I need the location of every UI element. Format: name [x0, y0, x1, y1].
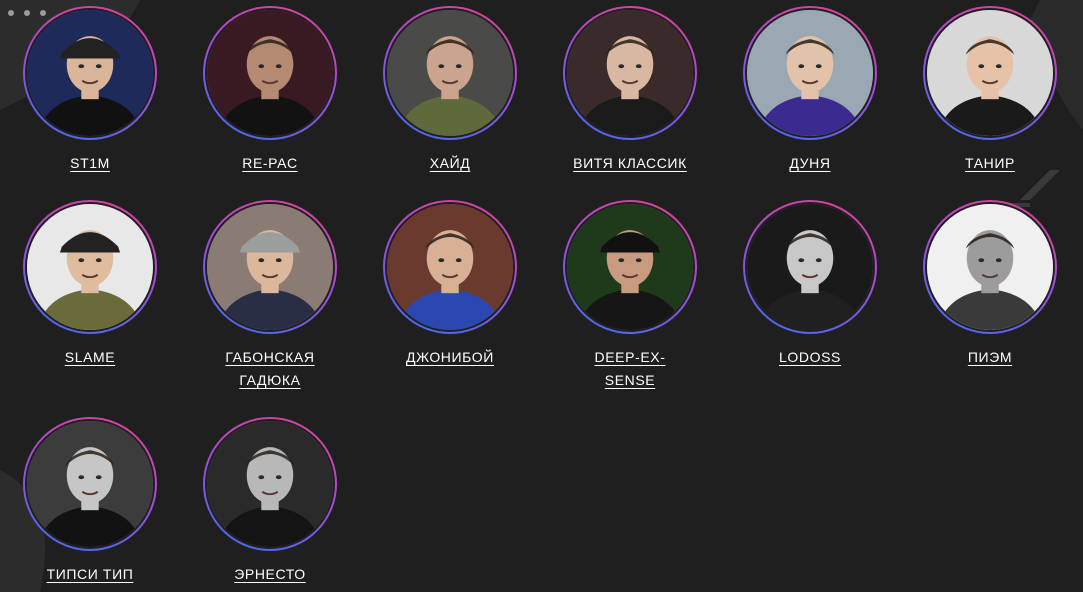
person-name-link[interactable]: RE-PAC	[242, 152, 297, 175]
person-card[interactable]: ПИЭМ	[900, 200, 1080, 369]
avatar	[205, 419, 335, 549]
avatar-ring[interactable]	[563, 200, 697, 334]
avatar-ring[interactable]	[203, 200, 337, 334]
person-name-link[interactable]: ДУНЯ	[789, 152, 830, 175]
person-card[interactable]: ТАНИР	[900, 6, 1080, 175]
person-card[interactable]: SLAME	[0, 200, 180, 369]
person-card[interactable]: ХАЙД	[360, 6, 540, 175]
avatar-ring[interactable]	[743, 200, 877, 334]
person-card[interactable]: ГАБОНСКАЯ ГАДЮКА	[180, 200, 360, 392]
person-name-link[interactable]: ТИПСИ ТИП	[47, 563, 134, 586]
avatar-ring[interactable]	[203, 6, 337, 140]
person-name-link[interactable]: ПИЭМ	[968, 346, 1012, 369]
person-name-link[interactable]: LODOSS	[779, 346, 841, 369]
avatar	[925, 202, 1055, 332]
people-grid: ST1M RE-PAC ХАЙД ВИТЯ КЛАССИК ДУНЯ ТАНИР…	[0, 0, 1083, 592]
avatar	[205, 8, 335, 138]
avatar-ring[interactable]	[23, 417, 157, 551]
person-card[interactable]: DEEP-EX-SENSE	[540, 200, 720, 392]
person-card[interactable]: ТИПСИ ТИП	[0, 417, 180, 586]
person-card[interactable]: ЭРНЕСТО	[180, 417, 360, 586]
avatar-ring[interactable]	[563, 6, 697, 140]
avatar-ring[interactable]	[743, 6, 877, 140]
avatar	[565, 202, 695, 332]
avatar	[925, 8, 1055, 138]
person-card[interactable]: LODOSS	[720, 200, 900, 369]
person-name-link[interactable]: ST1M	[70, 152, 110, 175]
person-card[interactable]: ДУНЯ	[720, 6, 900, 175]
person-name-link[interactable]: ЭРНЕСТО	[234, 563, 306, 586]
avatar-ring[interactable]	[203, 417, 337, 551]
avatar-ring[interactable]	[923, 200, 1057, 334]
person-name-link[interactable]: ТАНИР	[965, 152, 1015, 175]
avatar	[745, 202, 875, 332]
person-name-link[interactable]: ДЖОНИБОЙ	[406, 346, 494, 369]
avatar	[385, 8, 515, 138]
person-name-link[interactable]: SLAME	[65, 346, 115, 369]
person-name-link[interactable]: ГАБОНСКАЯ ГАДЮКА	[210, 346, 330, 392]
avatar-ring[interactable]	[383, 6, 517, 140]
avatar	[25, 8, 155, 138]
person-name-link[interactable]: ВИТЯ КЛАССИК	[573, 152, 687, 175]
avatar-ring[interactable]	[383, 200, 517, 334]
avatar	[565, 8, 695, 138]
avatar	[205, 202, 335, 332]
avatar-ring[interactable]	[23, 6, 157, 140]
person-name-link[interactable]: ХАЙД	[430, 152, 471, 175]
person-card[interactable]: ST1M	[0, 6, 180, 175]
avatar	[745, 8, 875, 138]
avatar	[25, 419, 155, 549]
person-card[interactable]: ДЖОНИБОЙ	[360, 200, 540, 369]
person-card[interactable]: RE-PAC	[180, 6, 360, 175]
avatar	[25, 202, 155, 332]
avatar-ring[interactable]	[23, 200, 157, 334]
avatar	[385, 202, 515, 332]
person-name-link[interactable]: DEEP-EX-SENSE	[570, 346, 690, 392]
avatar-ring[interactable]	[923, 6, 1057, 140]
person-card[interactable]: ВИТЯ КЛАССИК	[540, 6, 720, 175]
